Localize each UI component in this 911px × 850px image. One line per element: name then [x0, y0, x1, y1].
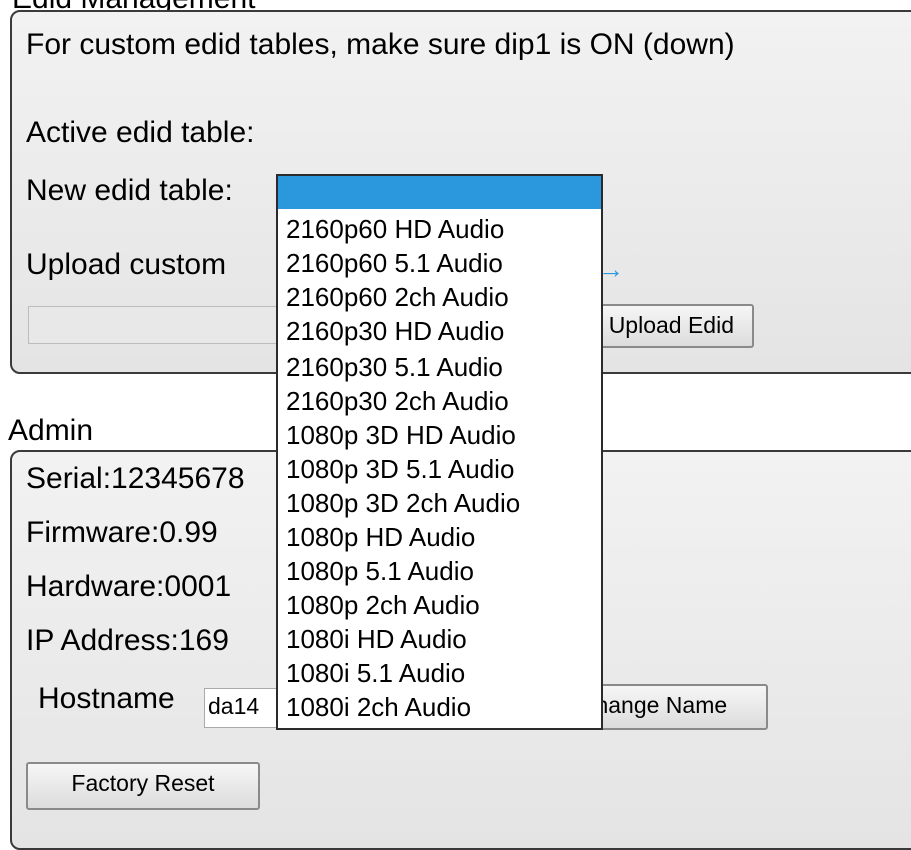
active-edid-label: Active edid table: — [26, 116, 255, 149]
edid-option[interactable]: 1080i HD Audio — [286, 624, 467, 654]
edid-option[interactable]: 1080p 3D 2ch Audio — [286, 488, 520, 518]
edid-option[interactable]: 2160p30 2ch Audio — [286, 386, 509, 416]
edid-option[interactable]: 1080p 2ch Audio — [286, 590, 480, 620]
edid-option[interactable]: 2160p30 5.1 Audio — [286, 352, 503, 382]
edid-option[interactable]: 2160p30 HD Audio — [286, 316, 504, 346]
edid-option[interactable]: 1080p 3D HD Audio — [286, 420, 516, 450]
edid-dip-note: For custom edid tables, make sure dip1 i… — [26, 28, 735, 61]
edid-option[interactable]: 1080i 5.1 Audio — [286, 658, 465, 688]
edid-option[interactable]: 2160p60 HD Audio — [286, 214, 504, 244]
upload-progress-bar — [28, 306, 278, 344]
admin-legend: Admin — [8, 414, 94, 447]
hardware-text: Hardware:0001 — [26, 570, 232, 603]
edid-option[interactable]: 1080p 5.1 Audio — [286, 556, 474, 586]
edid-option[interactable]: 2160p60 5.1 Audio — [286, 248, 503, 278]
edid-option[interactable]: 1080p HD Audio — [286, 522, 475, 552]
edid-option[interactable]: 1080i 2ch Audio — [286, 692, 471, 722]
edid-option[interactable]: 1080p 3D 5.1 Audio — [286, 454, 514, 484]
new-edid-select-dropdown[interactable]: 2160p60 HD Audio 2160p60 5.1 Audio 2160p60… — [276, 174, 603, 730]
serial-text: Serial:12345678 — [26, 462, 245, 495]
factory-reset-button[interactable]: Factory Reset — [26, 762, 260, 810]
new-edid-label: New edid table: — [26, 174, 233, 207]
upload-custom-label: Upload custom — [26, 248, 227, 281]
edid-option[interactable]: 2160p60 2ch Audio — [286, 282, 509, 312]
firmware-text: Firmware:0.99 — [26, 516, 218, 549]
ip-address-text: IP Address:169 — [26, 624, 229, 657]
hostname-label: Hostname — [38, 682, 175, 715]
selected-blank-option[interactable] — [278, 176, 601, 209]
